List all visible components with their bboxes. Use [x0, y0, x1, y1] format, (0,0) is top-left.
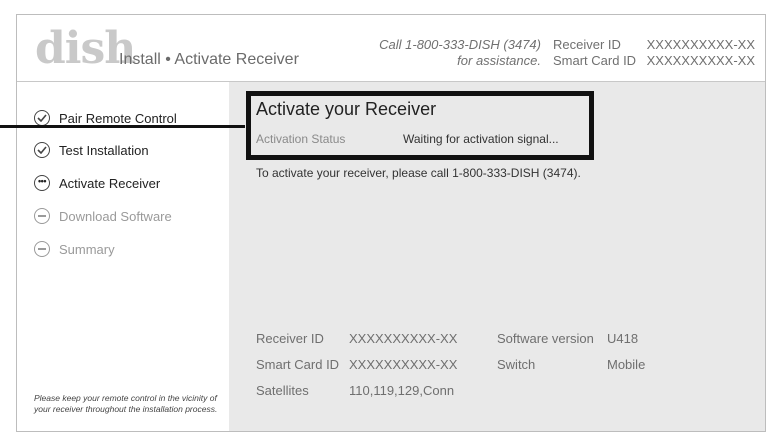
header: dish Install • Activate Receiver Call 1-… [17, 15, 765, 82]
main-panel: Activate your Receiver Activation Status… [229, 82, 765, 431]
step-activate-receiver: ••• Activate Receiver [34, 172, 160, 194]
remote-note: Please keep your remote control in the v… [34, 393, 218, 414]
header-receiver-id-value: XXXXXXXXXX-XX [646, 37, 756, 52]
info-switch-value: Mobile [607, 357, 646, 372]
activation-title: Activate your Receiver [256, 99, 437, 119]
activation-status-label: Activation Status [256, 132, 346, 146]
step-download-software: Download Software [34, 205, 172, 227]
info-smart-card-label: Smart Card ID [256, 357, 340, 372]
info-satellites-label: Satellites [256, 383, 309, 398]
install-screen: dish Install • Activate Receiver Call 1-… [16, 14, 766, 432]
ellipsis-circle-icon: ••• [34, 175, 50, 191]
callout-pointer-line [0, 125, 245, 128]
info-software-label: Software version [497, 331, 594, 346]
info-software-value: U418 [607, 331, 639, 346]
info-satellites-value: 110,119,129,Conn [349, 383, 455, 398]
header-ids: Receiver ID XXXXXXXXXX-XX Smart Card ID … [553, 37, 755, 69]
steps-sidebar: Pair Remote Control Test Installation ••… [17, 82, 229, 431]
step-label: Pair Remote Control [59, 110, 177, 126]
info-smart-card-value: XXXXXXXXXX-XX [349, 357, 458, 372]
assistance-text: Call 1-800-333-DISH (3474) for assistanc… [369, 37, 541, 69]
dash-circle-icon [34, 208, 50, 224]
info-receiver-id-label: Receiver ID [256, 331, 324, 346]
info-switch-label: Switch [497, 357, 536, 372]
step-label: Test Installation [59, 142, 149, 158]
step-test-installation: Test Installation [34, 139, 149, 161]
step-label: Download Software [59, 208, 172, 224]
dash-circle-icon [34, 241, 50, 257]
activation-instructions: To activate your receiver, please call 1… [256, 166, 581, 180]
header-smart-card-label: Smart Card ID [553, 53, 637, 68]
header-receiver-id-label: Receiver ID [553, 37, 621, 52]
page-title: Install • Activate Receiver [119, 51, 299, 68]
step-label: Summary [59, 241, 115, 257]
assistance-suffix: for assistance. [457, 53, 541, 68]
activation-status-value: Waiting for activation signal... [403, 132, 559, 146]
check-circle-icon [34, 110, 50, 126]
info-receiver-id-value: XXXXXXXXXX-XX [349, 331, 458, 346]
step-summary: Summary [34, 238, 115, 260]
check-circle-icon [34, 142, 50, 158]
header-smart-card-value: XXXXXXXXXX-XX [646, 53, 756, 68]
assistance-phone: Call 1-800-333-DISH (3474) [379, 37, 541, 52]
step-label: Activate Receiver [59, 175, 161, 191]
